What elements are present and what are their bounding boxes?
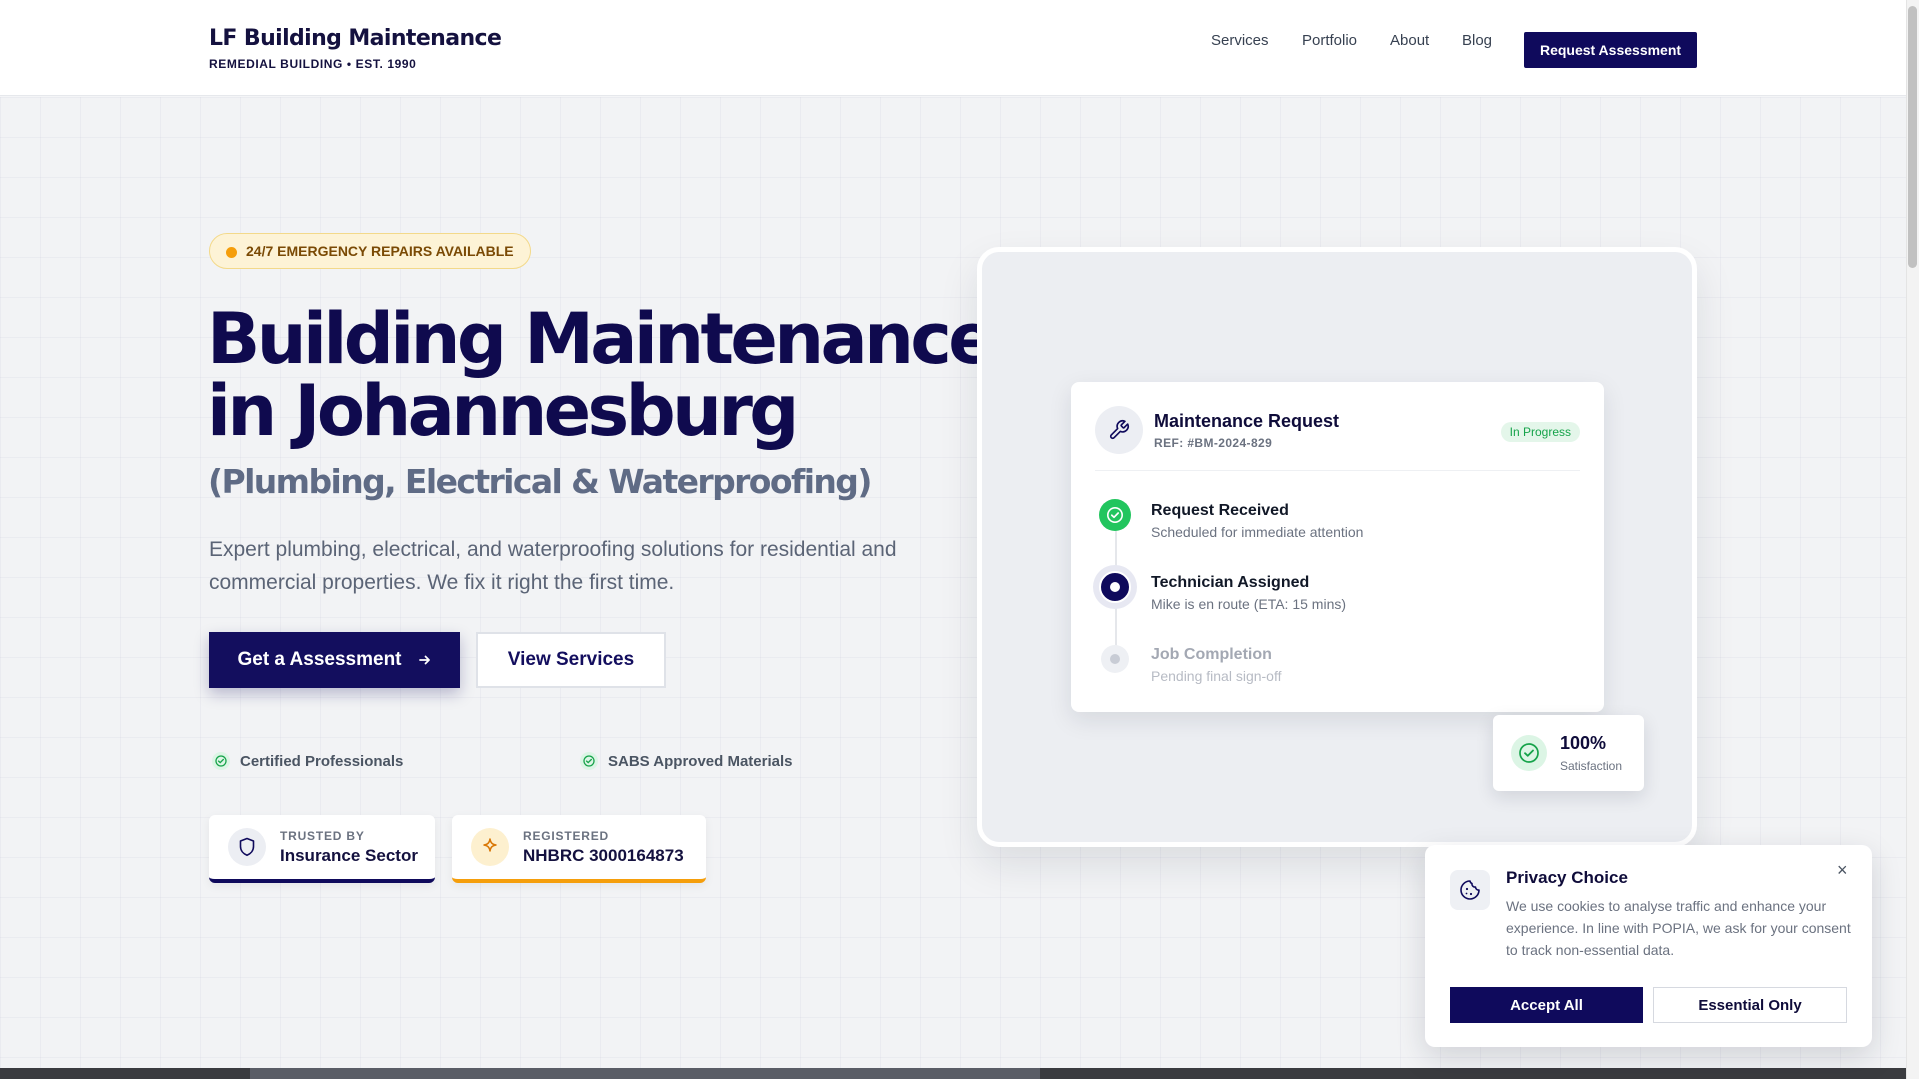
trust-text: TRUSTED BY Insurance Sector bbox=[280, 829, 418, 866]
request-card-ref: REF: #BM-2024-829 bbox=[1154, 436, 1273, 450]
check-circle-icon bbox=[580, 752, 598, 770]
accept-all-button[interactable]: Accept All bbox=[1450, 987, 1643, 1023]
check-circle-icon bbox=[212, 752, 230, 770]
divider bbox=[1095, 470, 1580, 471]
step-subtitle: Scheduled for immediate attention bbox=[1151, 524, 1364, 540]
view-services-button[interactable]: View Services bbox=[476, 632, 666, 688]
nav-services[interactable]: Services bbox=[1211, 32, 1269, 49]
trust-small-label: REGISTERED bbox=[523, 828, 610, 843]
feature-sabs: SABS Approved Materials bbox=[580, 752, 793, 770]
step-active-icon bbox=[1093, 565, 1137, 609]
get-assessment-button[interactable]: Get a Assessment bbox=[209, 632, 460, 688]
satisfaction-label: Satisfaction bbox=[1560, 759, 1623, 773]
brand-tagline: REMEDIAL BUILDING • EST. 1990 bbox=[209, 57, 417, 71]
nav-about[interactable]: About bbox=[1390, 32, 1429, 49]
status-dot-icon bbox=[226, 247, 237, 258]
feature-certified: Certified Professionals bbox=[212, 752, 403, 770]
emergency-badge: 24/7 EMERGENCY REPAIRS AVAILABLE bbox=[209, 233, 531, 269]
hero-title-line-1: Building Maintenance bbox=[207, 304, 996, 376]
get-assessment-label: Get a Assessment bbox=[237, 649, 402, 670]
request-card-title: Maintenance Request bbox=[1154, 411, 1340, 431]
trust-card-nhbrc: REGISTERED NHBRC 3000164873 bbox=[452, 815, 706, 883]
shield-icon bbox=[228, 828, 266, 866]
satisfaction-card: 100% Satisfaction bbox=[1493, 715, 1644, 791]
close-icon[interactable]: × bbox=[1837, 860, 1848, 881]
trust-text: REGISTERED NHBRC 3000164873 bbox=[523, 829, 684, 866]
feature-label: SABS Approved Materials bbox=[608, 752, 793, 770]
cookie-body: We use cookies to analyse traffic and en… bbox=[1506, 898, 1851, 958]
cookie-icon bbox=[1450, 870, 1490, 910]
trust-big-label: Insurance Sector bbox=[280, 845, 418, 865]
cookie-consent-panel: Privacy Choice × We use cookies to analy… bbox=[1425, 845, 1872, 1047]
active-dot bbox=[1110, 582, 1120, 592]
step-title: Request Received bbox=[1151, 502, 1289, 519]
emergency-badge-label: 24/7 EMERGENCY REPAIRS AVAILABLE bbox=[246, 243, 514, 259]
active-ring bbox=[1099, 571, 1131, 603]
pending-dot bbox=[1110, 654, 1120, 664]
brand-name: LF Building Maintenance bbox=[209, 26, 502, 51]
status-badge: In Progress bbox=[1500, 422, 1580, 442]
sparkle-icon bbox=[471, 828, 509, 866]
hero-lead: Expert plumbing, electrical, and waterpr… bbox=[209, 538, 897, 594]
nav-portfolio[interactable]: Portfolio bbox=[1302, 32, 1357, 49]
brand-logo[interactable]: LF Building Maintenance REMEDIAL BUILDIN… bbox=[209, 26, 502, 71]
site-header: LF Building Maintenance REMEDIAL BUILDIN… bbox=[0, 0, 1906, 96]
scrollbar-thumb[interactable] bbox=[1908, 6, 1917, 268]
hero-title-part-a: Building bbox=[207, 298, 525, 380]
arrow-right-icon bbox=[418, 655, 430, 665]
satisfaction-value: 100% bbox=[1560, 733, 1607, 753]
maintenance-request-card: Maintenance Request REF: #BM-2024-829 In… bbox=[1071, 382, 1604, 712]
step-title: Job Completion bbox=[1151, 646, 1272, 663]
step-done-icon bbox=[1099, 499, 1131, 531]
hero-title-highlight-text: Maintenance bbox=[524, 298, 996, 380]
check-circle-icon bbox=[1511, 735, 1547, 771]
request-assessment-button[interactable]: Request Assessment bbox=[1524, 32, 1697, 68]
trust-big-label: NHBRC 3000164873 bbox=[523, 845, 684, 865]
step-title: Technician Assigned bbox=[1151, 574, 1310, 591]
trust-card-insurance: TRUSTED BY Insurance Sector bbox=[209, 815, 435, 883]
cookie-title: Privacy Choice bbox=[1506, 868, 1628, 887]
step-subtitle: Pending final sign-off bbox=[1151, 668, 1282, 684]
trust-small-label: TRUSTED BY bbox=[280, 828, 365, 843]
step-subtitle: Mike is en route (ETA: 15 mins) bbox=[1151, 596, 1347, 612]
hero-title-highlight: Maintenance bbox=[524, 304, 996, 376]
step-pending-icon bbox=[1101, 645, 1129, 673]
next-section-image-detail bbox=[250, 1068, 1040, 1079]
essential-only-button[interactable]: Essential Only bbox=[1653, 987, 1847, 1023]
hero-title-line-2: in Johannesburg bbox=[207, 370, 799, 452]
wrench-icon bbox=[1095, 406, 1143, 454]
nav-blog[interactable]: Blog bbox=[1462, 32, 1492, 49]
hero-subtitle: (Plumbing, Electrical & Waterproofing) bbox=[208, 462, 872, 501]
feature-label: Certified Professionals bbox=[240, 752, 404, 770]
